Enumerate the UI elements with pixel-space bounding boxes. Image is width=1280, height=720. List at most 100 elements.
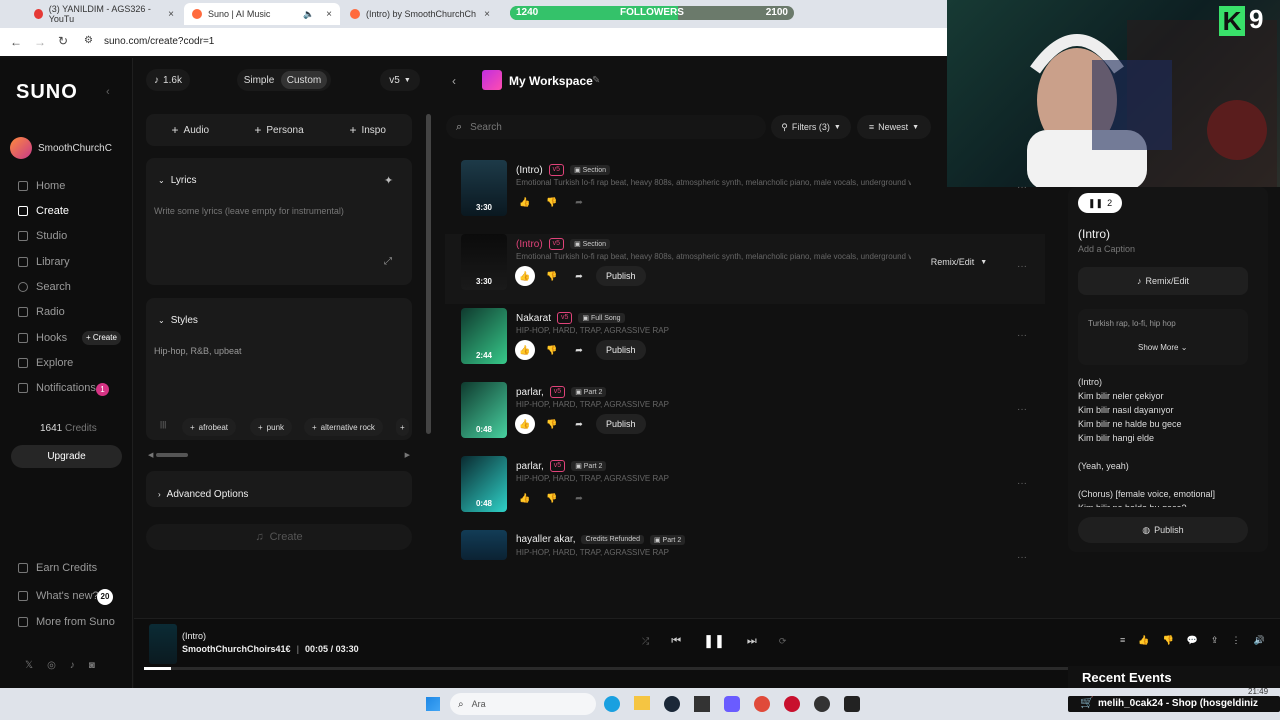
filters-button[interactable]: ⚲ Filters (3) ▼ bbox=[771, 115, 851, 139]
mode-custom-tab[interactable]: Custom bbox=[281, 71, 327, 89]
volume-icon[interactable]: 🔊 bbox=[1253, 635, 1264, 646]
scrollbar-thumb[interactable] bbox=[156, 453, 188, 457]
file-explorer-icon[interactable] bbox=[634, 696, 650, 710]
detail-publish-button[interactable]: ◍ Publish bbox=[1078, 517, 1248, 543]
thumbs-down-icon[interactable]: 👎 bbox=[1162, 635, 1173, 646]
sidebar-item-create[interactable]: Create bbox=[18, 203, 69, 219]
steam-icon[interactable] bbox=[664, 696, 680, 712]
sidebar-item-search[interactable]: Search bbox=[18, 279, 71, 295]
thumbs-down-icon[interactable]: 👎 bbox=[542, 488, 562, 508]
more-options-icon[interactable]: ··· bbox=[1017, 182, 1027, 193]
more-options-icon[interactable]: ··· bbox=[1017, 330, 1027, 341]
song-row[interactable]: 3:30 (Intro) v5 ▣ Section Emotional Turkish … bbox=[445, 160, 1045, 230]
thumbs-down-icon[interactable]: 👎 bbox=[542, 266, 562, 286]
song-row[interactable]: 2:44 Nakarat v5 ▣ Full Song HIP-HOP, HARD, T… bbox=[445, 308, 1045, 378]
song-title[interactable]: (Intro) bbox=[516, 239, 543, 250]
repeat-icon[interactable]: ⟳ bbox=[779, 636, 787, 647]
browser-tab-intro[interactable]: (Intro) by SmoothChurchChoirs × bbox=[342, 3, 498, 25]
close-tab-icon[interactable]: × bbox=[168, 9, 174, 20]
song-row[interactable]: 0:48 parlar, v5 ▣ Part 2 HIP-HOP, HARD, TRAP… bbox=[445, 456, 1045, 526]
lyrics-header[interactable]: ⌄ Lyrics bbox=[158, 175, 196, 186]
song-title[interactable]: (Intro) bbox=[516, 165, 543, 176]
more-icon[interactable]: ⋮ bbox=[1231, 635, 1240, 646]
instagram-icon[interactable]: ◎ bbox=[47, 660, 56, 671]
style-chip[interactable]: + alternative rock bbox=[304, 418, 383, 436]
chips-scrollbar[interactable]: ◀ ▶ bbox=[146, 451, 412, 459]
styles-input[interactable]: Hip-hop, R&B, upbeat bbox=[154, 346, 242, 356]
song-title[interactable]: Nakarat bbox=[516, 313, 551, 324]
thumbs-down-icon[interactable]: 👎 bbox=[542, 192, 562, 212]
magic-wand-icon[interactable]: ✦ bbox=[384, 174, 393, 187]
share-icon[interactable]: ⇪ bbox=[1211, 635, 1219, 646]
thumbs-up-icon[interactable]: 👍 bbox=[1138, 635, 1149, 646]
style-chip[interactable]: + punk bbox=[250, 418, 293, 436]
thumbs-down-icon[interactable]: 👎 bbox=[542, 340, 562, 360]
close-tab-icon[interactable]: × bbox=[326, 9, 332, 20]
song-thumbnail[interactable]: 2:44 bbox=[461, 308, 507, 364]
speaker-icon[interactable]: 🔈 bbox=[303, 9, 314, 20]
publish-button[interactable]: Publish bbox=[596, 340, 646, 360]
lyrics-textarea[interactable]: Write some lyrics (leave empty for instr… bbox=[154, 206, 344, 216]
sort-button[interactable]: ≡ Newest ▼ bbox=[857, 115, 931, 139]
edge-icon[interactable] bbox=[604, 696, 620, 712]
site-info-icon[interactable]: ⚙ bbox=[84, 35, 93, 46]
add-persona-button[interactable]: + Persona bbox=[235, 114, 324, 146]
scroll-left-icon[interactable]: ◀ bbox=[148, 451, 153, 459]
chrome-icon[interactable] bbox=[754, 696, 770, 712]
song-row[interactable]: 0:48 parlar, v5 ▣ Part 2 HIP-HOP, HARD, TRAP… bbox=[445, 382, 1045, 452]
like-count-pill[interactable]: ❚❚ 2 bbox=[1078, 193, 1123, 213]
thumbs-up-icon[interactable]: 👍 bbox=[515, 192, 535, 212]
add-inspo-button[interactable]: + Inspo bbox=[323, 114, 412, 146]
reload-icon[interactable]: ↻ bbox=[58, 34, 68, 48]
scroll-right-icon[interactable]: ▶ bbox=[405, 451, 410, 459]
thumbs-up-icon[interactable]: 👍 bbox=[515, 266, 535, 286]
add-audio-button[interactable]: + Audio bbox=[146, 114, 235, 146]
sidebar-item-home[interactable]: Home bbox=[18, 178, 65, 194]
sidebar-item-notifications[interactable]: Notifications bbox=[18, 380, 96, 396]
thumbs-up-icon[interactable]: 👍 bbox=[515, 340, 535, 360]
publish-button[interactable]: Publish bbox=[596, 414, 646, 434]
style-library-icon[interactable]: ||| bbox=[160, 420, 166, 429]
back-icon[interactable]: ‹ bbox=[452, 74, 456, 88]
copilot-icon[interactable] bbox=[724, 696, 740, 712]
browser-tab-suno[interactable]: Suno | AI Music 🔈 × bbox=[184, 3, 340, 25]
song-thumbnail[interactable]: 3:30 bbox=[461, 234, 507, 290]
caption-input[interactable]: Add a Caption bbox=[1078, 244, 1135, 254]
pause-icon[interactable]: ❚❚ bbox=[703, 633, 725, 649]
share-icon[interactable]: ➦ bbox=[569, 414, 589, 434]
hooks-create-button[interactable]: + Create bbox=[82, 331, 121, 345]
thumbs-up-icon[interactable]: 👍 bbox=[515, 414, 535, 434]
song-thumbnail[interactable]: 3:30 bbox=[461, 160, 507, 216]
song-row[interactable]: hayaller akar, Credits Refunded ▣ Part 2 HI… bbox=[445, 530, 1045, 600]
suno-logo[interactable]: SUNO bbox=[16, 81, 78, 104]
share-icon[interactable]: ➦ bbox=[569, 192, 589, 212]
url-input[interactable]: suno.com/create?codr=1 bbox=[98, 33, 898, 51]
back-arrow-icon[interactable]: ← bbox=[10, 35, 22, 49]
epic-games-icon[interactable] bbox=[694, 696, 710, 712]
sidebar-item-hooks[interactable]: Hooks bbox=[18, 330, 67, 346]
taskbar-search[interactable]: ⌕ Ara bbox=[450, 693, 596, 715]
taskbar-search-input[interactable]: Ara bbox=[472, 699, 486, 709]
remix-edit-button[interactable]: Remix/Edit ▼ bbox=[920, 251, 998, 273]
queue-icon[interactable]: ≡ bbox=[1120, 635, 1125, 646]
share-icon[interactable]: ➦ bbox=[569, 266, 589, 286]
song-thumbnail[interactable]: 0:48 bbox=[461, 456, 507, 512]
opera-icon[interactable] bbox=[784, 696, 800, 712]
previous-icon[interactable]: ⏮ bbox=[671, 635, 681, 648]
thumbs-down-icon[interactable]: 👎 bbox=[542, 414, 562, 434]
version-select[interactable]: v5 ▼ bbox=[380, 69, 420, 91]
song-thumbnail[interactable] bbox=[461, 530, 507, 560]
browser-tab-youtube[interactable]: (3) YANILDIM - AGS326 - YouTu × bbox=[26, 3, 182, 25]
capcut-icon[interactable] bbox=[844, 696, 860, 712]
earn-credits-link[interactable]: Earn Credits bbox=[18, 560, 97, 576]
more-options-icon[interactable]: ··· bbox=[1017, 404, 1027, 415]
detail-remix-button[interactable]: ♪ Remix/Edit bbox=[1078, 267, 1248, 295]
sidebar-item-radio[interactable]: Radio bbox=[18, 304, 65, 320]
mode-simple-tab[interactable]: Simple bbox=[237, 69, 281, 91]
song-title[interactable]: parlar, bbox=[516, 461, 544, 472]
user-profile[interactable]: SmoothChurchC bbox=[10, 137, 112, 159]
style-chip[interactable]: + afrobeat bbox=[182, 418, 237, 436]
forward-arrow-icon[interactable]: → bbox=[34, 35, 46, 49]
styles-header[interactable]: ⌄ Styles bbox=[158, 315, 198, 326]
whats-new-link[interactable]: What's new? bbox=[18, 588, 99, 604]
